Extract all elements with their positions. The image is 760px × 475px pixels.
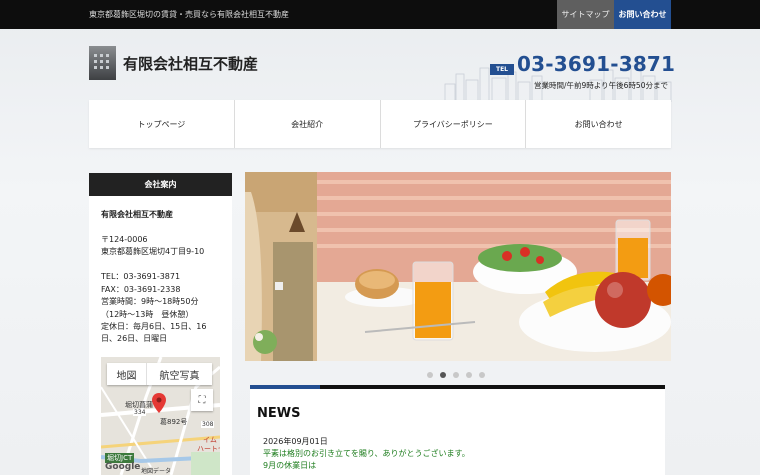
- map-type-tabs: 地図 航空写真: [107, 363, 212, 385]
- business-hours: 営業時間/午前9時より午後6時50分まで: [534, 81, 668, 90]
- breakfast-photo: [245, 172, 671, 361]
- sidebar-lunch: （12時～13時 昼休憩）: [101, 310, 194, 319]
- map-tab-map[interactable]: 地図: [107, 363, 147, 385]
- site-tagline: 東京都葛飾区堀切の賃貸・売買なら有限会社相互不動産: [89, 10, 289, 19]
- map-label-store2: ハートセ: [197, 445, 220, 453]
- fullscreen-icon[interactable]: ⛶: [191, 389, 213, 411]
- nav-item-company[interactable]: 会社紹介: [235, 100, 381, 148]
- company-building-logo[interactable]: [89, 46, 116, 80]
- slide-dot[interactable]: [479, 372, 485, 378]
- sitemap-button[interactable]: サイトマップ: [557, 0, 614, 29]
- sidebar-closed-days: 定休日：毎月6日、15日、16: [101, 322, 207, 331]
- nav-item-top[interactable]: トップページ: [89, 100, 235, 148]
- sidebar-tel: TEL：03-3691-3871: [101, 272, 181, 281]
- tel-badge: TEL: [490, 64, 514, 75]
- sidebar-hours: 営業時間：9時～18時50分: [101, 297, 199, 306]
- site-title[interactable]: 有限会社相互不動産: [123, 53, 258, 74]
- google-logo: Google: [105, 462, 141, 472]
- slide-dot-active[interactable]: [440, 372, 446, 378]
- news-date: 2026年09月01日: [263, 437, 328, 446]
- sidebar-postal-code: 〒124-0006: [101, 235, 148, 244]
- map-tab-satellite[interactable]: 航空写真: [147, 363, 212, 385]
- map-label-route: 334: [133, 409, 147, 416]
- main-nav: トップページ 会社紹介 プライバシーポリシー お問い合わせ: [89, 100, 671, 148]
- hero-slideshow[interactable]: [245, 172, 671, 361]
- slide-dot[interactable]: [453, 372, 459, 378]
- sidebar-title: 会社案内: [89, 173, 232, 196]
- top-bar: 東京都葛飾区堀切の賃貸・売買なら有限会社相互不動産 サイトマップ お問い合わせ: [0, 0, 760, 29]
- news-text-line1: 平素は格別のお引き立てを賜り、ありがとうございます。: [263, 449, 470, 458]
- map-pin-icon[interactable]: [152, 393, 166, 413]
- sidebar-closed-days-cont: 日、26日、日曜日: [101, 334, 168, 343]
- news-heading: NEWS: [257, 406, 301, 421]
- nav-item-privacy[interactable]: プライバシーポリシー: [381, 100, 527, 148]
- google-map[interactable]: 地図 航空写真 ⛶ 堀切菖蒲 334 308 葛892号 イム ハートセ 堀切J…: [101, 357, 220, 475]
- sidebar-company-name: 有限会社相互不動産: [101, 210, 173, 219]
- slide-dot[interactable]: [427, 372, 433, 378]
- map-label-route-308: 308: [201, 421, 215, 428]
- nav-item-contact[interactable]: お問い合わせ: [526, 100, 671, 148]
- news-text-line2: 9月の休業日は: [263, 461, 317, 470]
- map-data-credit: 地図データ: [141, 468, 172, 475]
- slide-dot[interactable]: [466, 372, 472, 378]
- header-phone-number[interactable]: 03-3691-3871: [517, 52, 675, 76]
- map-label-bridge: 葛892号: [160, 418, 188, 426]
- sidebar-address: 東京都葛飾区堀切4丁目9-10: [101, 247, 205, 256]
- slideshow-dots: [427, 372, 485, 378]
- top-contact-button[interactable]: お問い合わせ: [614, 0, 671, 29]
- sidebar-fax: FAX：03-3691-2338: [101, 285, 181, 294]
